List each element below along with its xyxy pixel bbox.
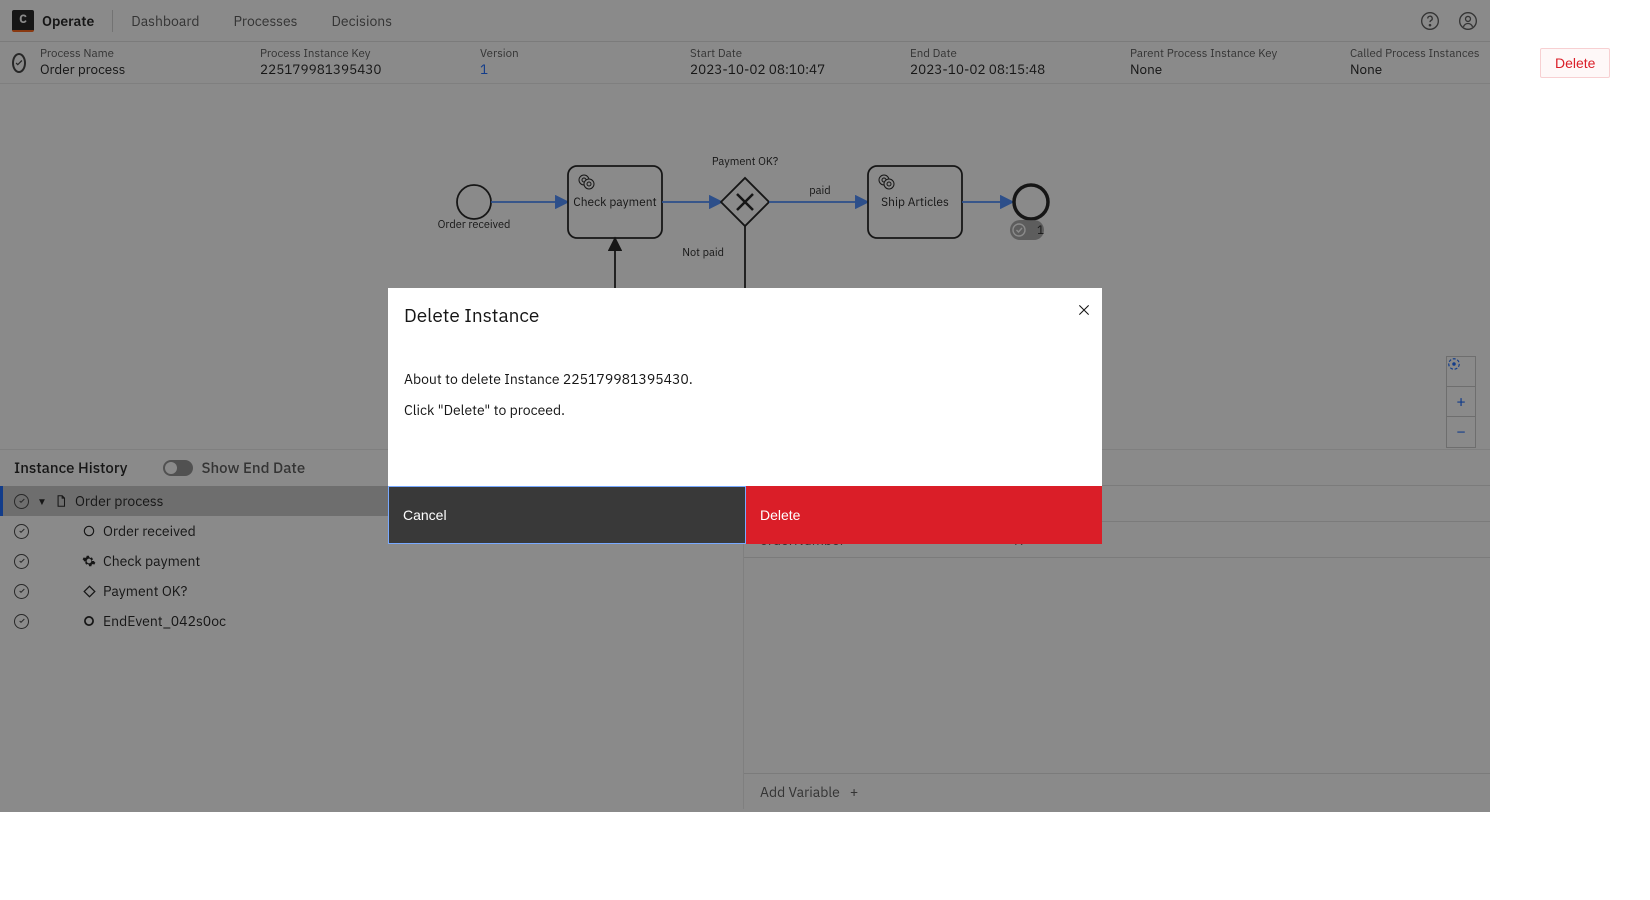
close-icon[interactable] bbox=[1076, 300, 1092, 316]
cancel-button[interactable]: Cancel bbox=[388, 486, 746, 544]
modal-actions: Cancel Delete bbox=[388, 486, 1102, 544]
modal-line: About to delete Instance 225179981395430… bbox=[404, 364, 1086, 395]
delete-instance-modal: Delete Instance About to delete Instance… bbox=[388, 288, 1102, 544]
delete-instance-button[interactable]: Delete bbox=[1540, 48, 1610, 78]
modal-title: Delete Instance bbox=[388, 288, 1102, 336]
modal-overlay: Delete Instance About to delete Instance… bbox=[0, 0, 1490, 812]
modal-line: Click "Delete" to proceed. bbox=[404, 395, 1086, 426]
delete-button[interactable]: Delete bbox=[746, 486, 1102, 544]
modal-body: About to delete Instance 225179981395430… bbox=[388, 336, 1102, 486]
